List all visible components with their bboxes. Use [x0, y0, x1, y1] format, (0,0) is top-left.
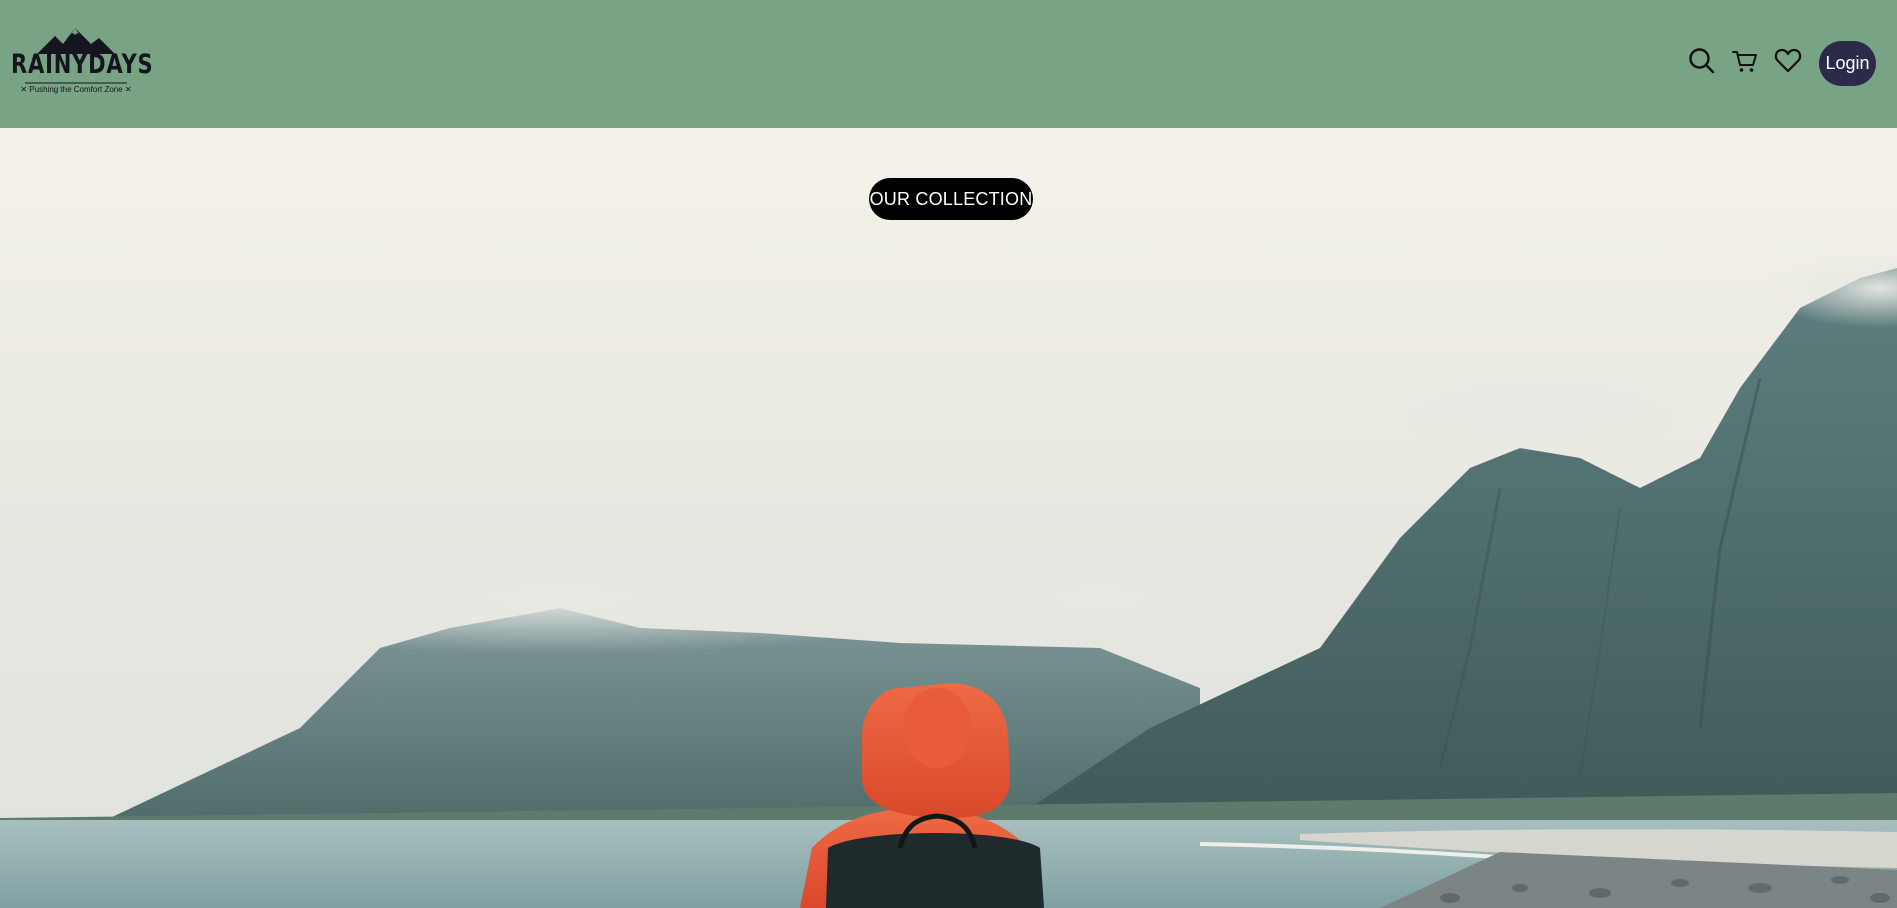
- our-collection-button[interactable]: OUR COLLECTION: [869, 178, 1033, 220]
- heart-icon[interactable]: [1774, 47, 1802, 75]
- logo-wordmark: RAINYDAYS: [11, 49, 154, 80]
- hero-banner: OUR COLLECTION: [0, 128, 1897, 908]
- cart-icon[interactable]: [1731, 47, 1759, 75]
- logo-tagline: ✕ Pushing the Comfort Zone ✕: [20, 85, 132, 94]
- login-button[interactable]: Login: [1819, 41, 1876, 86]
- hero-image: [0, 128, 1897, 908]
- site-logo[interactable]: RAINYDAYS ✕ Pushing the Comfort Zone ✕: [11, 26, 154, 98]
- site-header: RAINYDAYS ✕ Pushing the Comfort Zone ✕ L…: [0, 0, 1897, 128]
- search-icon[interactable]: [1688, 47, 1716, 75]
